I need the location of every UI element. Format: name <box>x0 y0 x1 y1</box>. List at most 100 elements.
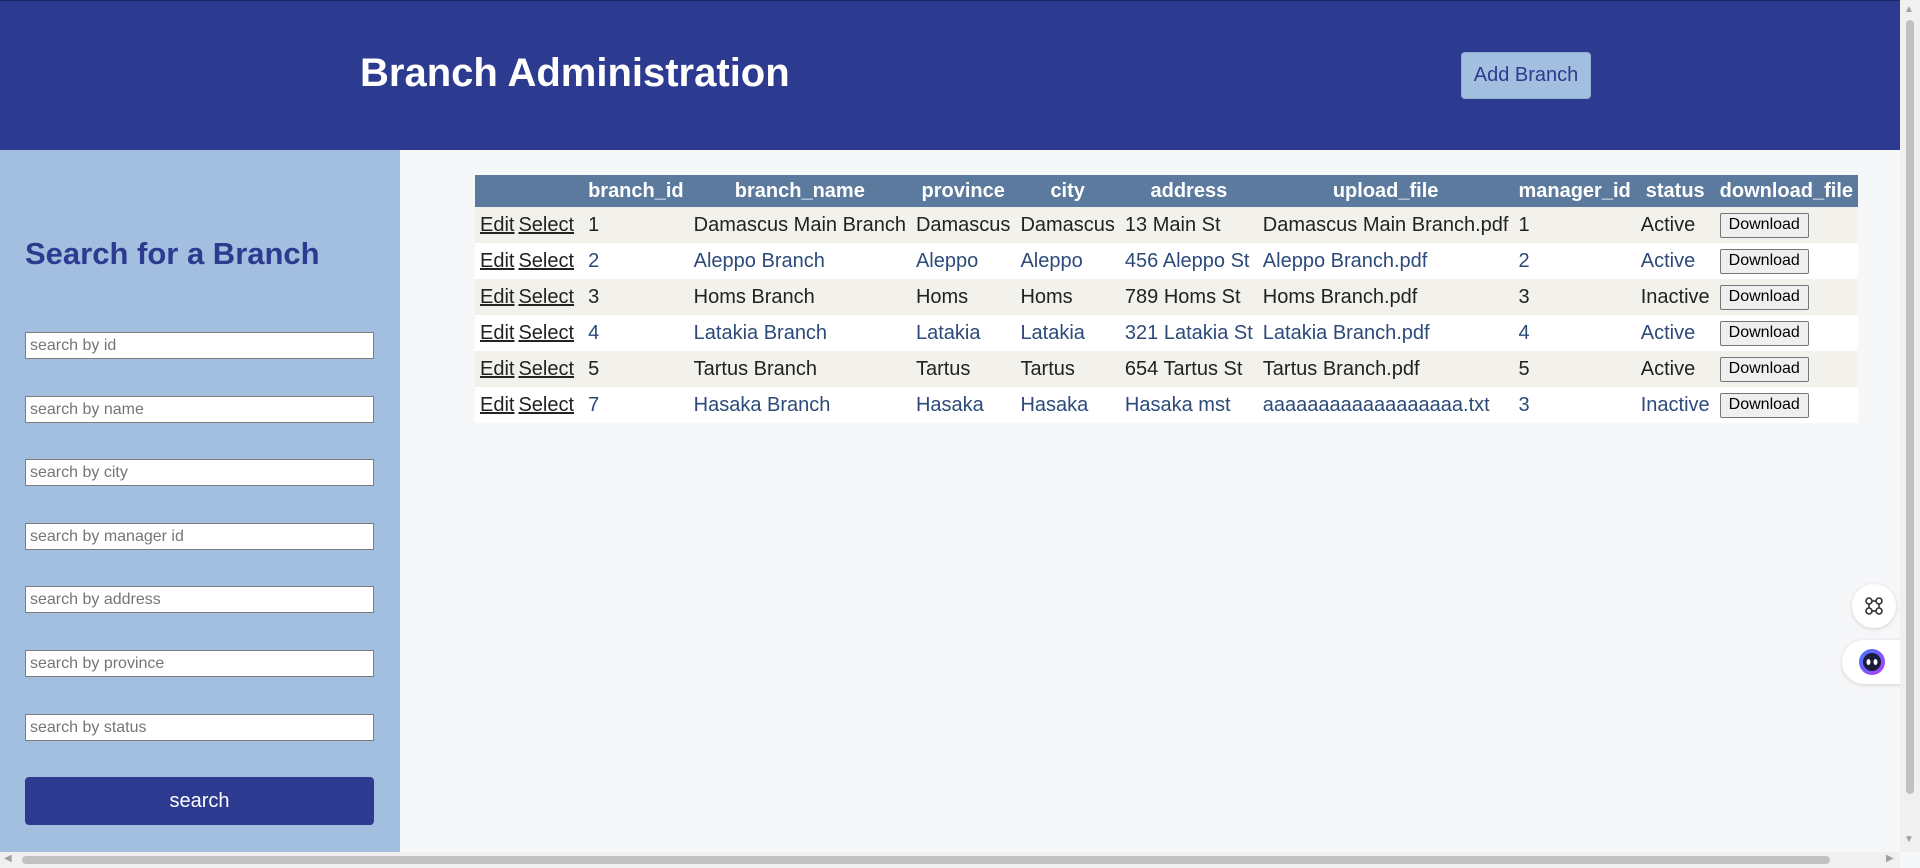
cell-address: 789 Homs St <box>1119 279 1258 315</box>
column-header-manager-id: manager_id <box>1513 175 1636 207</box>
cell-branch-name: Tartus Branch <box>688 351 911 387</box>
cell-download: Download <box>1714 351 1859 387</box>
assistant-glyph <box>1859 649 1885 675</box>
table-row: Edit Select 2 Aleppo Branch Aleppo Aleppo… <box>475 243 1859 279</box>
cell-city: Hasaka <box>1015 387 1120 423</box>
cell-manager-id: 5 <box>1513 351 1636 387</box>
search-city-input[interactable] <box>25 459 374 486</box>
search-manager-id-input[interactable] <box>25 523 374 550</box>
cell-upload-file: Tartus Branch.pdf <box>1257 351 1514 387</box>
download-button[interactable]: Download <box>1719 356 1809 382</box>
table-row: Edit Select 1 Damascus Main Branch Damasc… <box>475 207 1859 243</box>
cell-address: 456 Aleppo St <box>1119 243 1258 279</box>
add-branch-button[interactable]: Add Branch <box>1461 52 1591 99</box>
scroll-down-arrow-icon[interactable]: ▼ <box>1904 834 1914 845</box>
edit-link[interactable]: Edit <box>480 286 514 308</box>
scroll-left-arrow-icon[interactable]: ◀ <box>4 853 12 864</box>
cell-branch-id: 2 <box>583 243 689 279</box>
vertical-scroll-thumb[interactable] <box>1906 20 1914 794</box>
cell-manager-id: 3 <box>1513 279 1636 315</box>
select-link[interactable]: Select <box>518 358 574 380</box>
search-province-input[interactable] <box>25 650 374 677</box>
cell-address: Hasaka mst <box>1119 387 1258 423</box>
cell-address: 13 Main St <box>1119 207 1258 243</box>
download-button[interactable]: Download <box>1719 212 1809 238</box>
cell-city: Latakia <box>1015 315 1120 351</box>
column-header-branch-id: branch_id <box>583 175 689 207</box>
cell-city: Damascus <box>1015 207 1120 243</box>
cell-address: 654 Tartus St <box>1119 351 1258 387</box>
column-header-branch-name: branch_name <box>688 175 911 207</box>
download-button[interactable]: Download <box>1719 392 1809 418</box>
cell-branch-name: Hasaka Branch <box>688 387 911 423</box>
select-link[interactable]: Select <box>518 394 574 416</box>
download-button[interactable]: Download <box>1719 320 1809 346</box>
search-id-input[interactable] <box>25 332 374 359</box>
cell-city: Aleppo <box>1015 243 1120 279</box>
row-actions: Edit Select <box>475 279 584 315</box>
table-header-row: branch_id branch_name province city addr… <box>475 175 1859 207</box>
column-header-city: city <box>1015 175 1120 207</box>
search-address-input[interactable] <box>25 586 374 613</box>
cell-address: 321 Latakia St <box>1119 315 1258 351</box>
cell-branch-name: Aleppo Branch <box>688 243 911 279</box>
cell-upload-file: aaaaaaaaaaaaaaaaaa.txt <box>1257 387 1514 423</box>
cell-download: Download <box>1714 315 1859 351</box>
cell-branch-name: Latakia Branch <box>688 315 911 351</box>
cell-upload-file: Latakia Branch.pdf <box>1257 315 1514 351</box>
cell-upload-file: Homs Branch.pdf <box>1257 279 1514 315</box>
cell-branch-id: 7 <box>583 387 689 423</box>
sidebar-title: Search for a Branch <box>25 236 320 271</box>
cell-status: Inactive <box>1635 387 1715 423</box>
column-header-status: status <box>1635 175 1715 207</box>
cell-status: Active <box>1635 207 1715 243</box>
horizontal-scroll-thumb[interactable] <box>22 856 1830 864</box>
table-row: Edit Select 7 Hasaka Branch Hasaka Hasaka… <box>475 387 1859 423</box>
cell-province: Aleppo <box>910 243 1016 279</box>
column-header-upload-file: upload_file <box>1257 175 1514 207</box>
cell-city: Tartus <box>1015 351 1120 387</box>
cell-province: Tartus <box>910 351 1016 387</box>
scroll-right-arrow-icon[interactable]: ▶ <box>1886 853 1894 864</box>
cell-branch-name: Homs Branch <box>688 279 911 315</box>
page-header: Branch Administration Add Branch <box>0 0 1900 150</box>
select-link[interactable]: Select <box>518 322 574 344</box>
cell-status: Inactive <box>1635 279 1715 315</box>
edit-link[interactable]: Edit <box>480 394 514 416</box>
search-sidebar: Search for a Branch search <box>0 150 400 852</box>
row-actions: Edit Select <box>475 315 584 351</box>
edit-link[interactable]: Edit <box>480 250 514 272</box>
row-actions: Edit Select <box>475 243 584 279</box>
scroll-up-arrow-icon[interactable]: ▲ <box>1904 4 1914 15</box>
horizontal-scrollbar[interactable]: ◀ ▶ <box>0 852 1900 868</box>
row-actions: Edit Select <box>475 387 584 423</box>
column-header-address: address <box>1119 175 1258 207</box>
cell-branch-id: 3 <box>583 279 689 315</box>
search-status-input[interactable] <box>25 714 374 741</box>
cell-upload-file: Damascus Main Branch.pdf <box>1257 207 1514 243</box>
cell-status: Active <box>1635 315 1715 351</box>
search-name-input[interactable] <box>25 396 374 423</box>
cell-download: Download <box>1714 243 1859 279</box>
cell-download: Download <box>1714 387 1859 423</box>
select-link[interactable]: Select <box>518 214 574 236</box>
cell-manager-id: 4 <box>1513 315 1636 351</box>
command-icon[interactable] <box>1852 584 1896 628</box>
search-button[interactable]: search <box>25 777 374 825</box>
download-button[interactable]: Download <box>1719 284 1809 310</box>
select-link[interactable]: Select <box>518 250 574 272</box>
select-link[interactable]: Select <box>518 286 574 308</box>
assistant-face-icon[interactable] <box>1842 640 1902 684</box>
column-header-actions <box>475 175 584 207</box>
cell-province: Damascus <box>910 207 1016 243</box>
cell-branch-name: Damascus Main Branch <box>688 207 911 243</box>
download-button[interactable]: Download <box>1719 248 1809 274</box>
edit-link[interactable]: Edit <box>480 358 514 380</box>
edit-link[interactable]: Edit <box>480 322 514 344</box>
cell-download: Download <box>1714 207 1859 243</box>
cell-upload-file: Aleppo Branch.pdf <box>1257 243 1514 279</box>
vertical-scrollbar[interactable]: ▲ ▼ <box>1900 0 1920 852</box>
cell-branch-id: 5 <box>583 351 689 387</box>
cell-manager-id: 3 <box>1513 387 1636 423</box>
edit-link[interactable]: Edit <box>480 214 514 236</box>
